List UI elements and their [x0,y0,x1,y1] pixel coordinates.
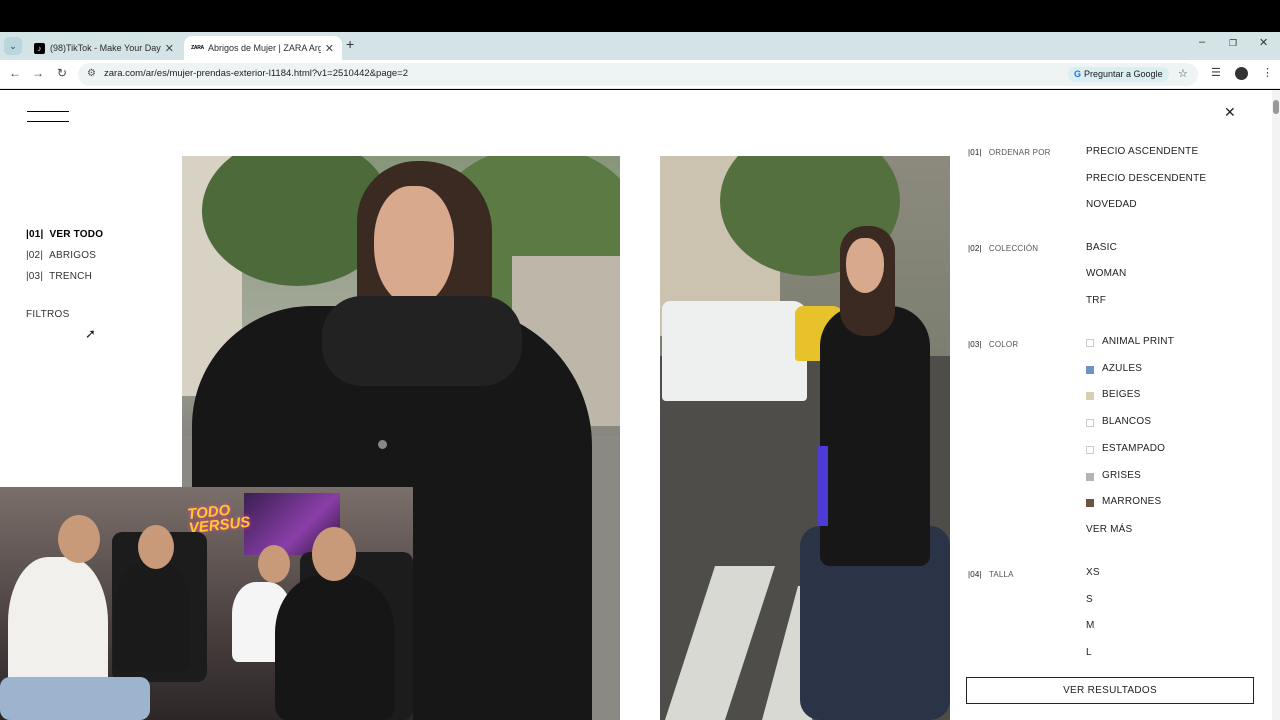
color-swatch-icon [1086,419,1094,428]
hamburger-menu-icon[interactable] [27,111,69,123]
video-overlay: TODO VERSUS [0,487,413,720]
color-swatch-icon [1086,392,1094,401]
color-option[interactable]: MARRONES [1102,496,1161,507]
back-icon[interactable]: ← [7,66,23,80]
google-lens-icon: G [1074,69,1082,79]
sort-option[interactable]: PRECIO ASCENDENTE [1086,146,1198,157]
page-scrollbar[interactable] [1272,90,1280,720]
color-swatch-icon [1086,365,1094,374]
group-label: ORDENAR POR [988,148,1051,157]
window-close-icon[interactable]: ✕ [1259,36,1268,49]
category-number: |01| [26,229,44,240]
tab-search-button[interactable]: ⌄ [4,37,22,55]
size-option[interactable]: XS [1086,567,1100,578]
ask-google-button[interactable]: G Preguntar a Google [1068,67,1169,82]
filter-group-size-label: |04| TALLA [968,570,1014,579]
color-option[interactable]: BLANCOS [1102,416,1151,427]
size-option[interactable]: L [1086,647,1092,658]
tab-zara[interactable]: ZARA Abrigos de Mujer | ZARA Argen ✕ [184,36,342,60]
group-label: COLECCIÓN [988,244,1039,253]
category-label: TRENCH [49,271,92,282]
category-label: ABRIGOS [49,250,97,261]
tiktok-icon: ♪ [34,42,45,54]
forward-icon[interactable]: → [30,66,46,80]
bookmark-star-icon[interactable]: ☆ [1178,67,1188,80]
group-number: |01| [968,148,982,157]
browser-tab-strip: ⌄ ♪ (98)TikTok - Make Your Day ✕ ZARA Ab… [0,32,1280,60]
sort-option[interactable]: NOVEDAD [1086,199,1137,210]
group-label: COLOR [988,340,1019,349]
size-option[interactable]: M [1086,620,1095,631]
filter-group-collection-label: |02| COLECCIÓN [968,244,1038,253]
color-swatch-icon [1086,472,1094,481]
color-option[interactable]: ESTAMPADO [1102,443,1165,454]
tab-title: Abrigos de Mujer | ZARA Argen [208,43,321,53]
scrollbar-thumb[interactable] [1273,100,1279,114]
tab-close-icon[interactable]: ✕ [325,42,334,55]
collection-option[interactable]: BASIC [1086,242,1117,253]
color-swatch-icon [1086,339,1094,347]
reload-icon[interactable]: ↻ [54,66,70,80]
chevron-down-icon: ⌄ [9,41,17,51]
close-filters-icon[interactable]: ✕ [1224,104,1236,121]
filter-group-color-label: |03| COLOR [968,340,1018,349]
todo-versus-logo: TODO VERSUS [186,501,252,538]
category-abrigos[interactable]: |02| ABRIGOS [26,250,96,261]
group-number: |04| [968,570,982,579]
see-more-colors-link[interactable]: VER MÁS [1086,524,1132,535]
view-results-button[interactable]: VER RESULTADOS [966,677,1254,704]
product-image-2[interactable] [660,156,950,720]
color-option[interactable]: AZULES [1102,363,1142,374]
group-number: |03| [968,340,982,349]
screen-top-bar [0,0,1280,32]
category-label: VER TODO [49,229,104,240]
group-number: |02| [968,244,982,253]
tab-tiktok[interactable]: ♪ (98)TikTok - Make Your Day ✕ [26,36,182,60]
color-option[interactable]: ANIMAL PRINT [1102,336,1174,347]
minimize-icon[interactable]: – [1199,36,1205,48]
category-number: |02| [26,250,44,261]
reading-list-icon[interactable]: ☰ [1211,66,1221,79]
filter-group-order-label: |01| ORDENAR POR [968,148,1051,157]
new-tab-button[interactable]: + [346,36,354,52]
color-option[interactable]: BEIGES [1102,389,1140,400]
address-bar[interactable]: ⚙ zara.com/ar/es/mujer-prendas-exterior-… [78,63,1198,86]
collection-option[interactable]: WOMAN [1086,268,1126,279]
zara-page: ✕ |01| VER TODO |02| ABRIGOS |03| TRENCH FI… [0,90,1272,720]
profile-avatar[interactable] [1235,67,1248,80]
mouse-cursor-icon: ➚ [85,326,96,341]
filters-link[interactable]: FILTROS [26,309,70,320]
tab-close-icon[interactable]: ✕ [165,42,174,55]
url-text[interactable]: zara.com/ar/es/mujer-prendas-exterior-l1… [104,68,408,79]
category-number: |03| [26,271,44,282]
zara-icon: ZARA [191,45,204,51]
browser-toolbar: ← → ↻ ⚙ zara.com/ar/es/mujer-prendas-ext… [0,60,1280,89]
color-swatch-icon [1086,499,1094,508]
tab-title: (98)TikTok - Make Your Day [50,43,161,53]
ask-google-label: Preguntar a Google [1084,69,1163,79]
group-label: TALLA [988,570,1014,579]
category-ver-todo[interactable]: |01| VER TODO [26,229,103,240]
collection-option[interactable]: TRF [1086,295,1106,306]
more-menu-icon[interactable]: ⋮ [1262,66,1273,79]
sort-option[interactable]: PRECIO DESCENDENTE [1086,173,1206,184]
restore-icon[interactable]: ❐ [1229,38,1237,49]
site-info-icon[interactable]: ⚙ [87,68,96,79]
color-swatch-icon [1086,445,1094,454]
category-trench[interactable]: |03| TRENCH [26,271,92,282]
color-option[interactable]: GRISES [1102,470,1141,481]
size-option[interactable]: S [1086,594,1093,605]
